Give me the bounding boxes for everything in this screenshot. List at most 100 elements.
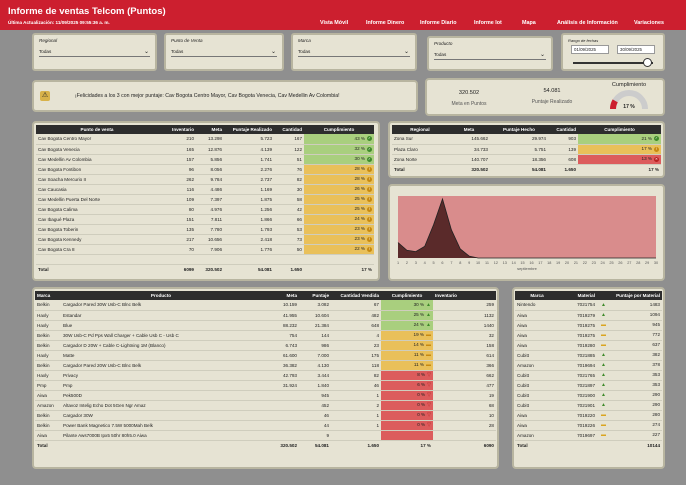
trend-icon: ▲ — [426, 301, 431, 308]
date-range-slicer[interactable]: Rango de fechas 01/09/2025 30/09/2025 — [561, 33, 665, 71]
table-row[interactable]: Belkin Cargador 30W 46 1 0 % ▽ 10 — [35, 410, 496, 421]
regional-dropdown[interactable]: Todas ⌄ — [39, 47, 150, 57]
nav-variaciones[interactable]: Variaciones — [634, 20, 664, 26]
table-row[interactable]: Belkin Power Bank Magnetico 7.5W 5000Mah … — [35, 420, 496, 431]
table-row[interactable]: Plaza Claro 34.733 5.751 139 17 %! — [392, 144, 661, 155]
table-row[interactable]: Belkin 30W Usb-C Pd Pps Wall Charger + Ca… — [35, 330, 496, 341]
nav-analisis[interactable]: Análisis de Información — [557, 20, 618, 26]
table-cell: 4.130 — [299, 360, 331, 371]
col-header[interactable]: Producto — [61, 291, 261, 300]
col-header[interactable]: Inventario — [433, 291, 496, 300]
table-row[interactable]: Cav Caucasia 116 4.486 1.169 30 26 %! — [36, 184, 374, 195]
table-row[interactable]: Cav Medellin Puerta Del Norte 109 7.397 1.8… — [36, 194, 374, 205]
table-row[interactable]: Cav Bogota Fontibon 96 8.056 2.276 76 28 %! — [36, 164, 374, 175]
table-row[interactable]: Cubitt 7021885 ▲ 382 — [515, 350, 662, 361]
table-row[interactable]: Amazon Altavoz Intelig Echo Dot 5Gen Ngr … — [35, 400, 496, 411]
nav-mapa[interactable]: Mapa — [522, 20, 536, 26]
x-tick-label: 18 — [547, 261, 551, 265]
table-cell: 144 — [299, 330, 331, 341]
table-row[interactable]: Aiwa 7019275 ▬ 772 — [515, 330, 662, 341]
col-header[interactable]: Marca — [515, 291, 559, 300]
punto-dropdown[interactable]: Todas ⌄ — [171, 47, 277, 57]
banner-message: ¡Felicidades a los 3 con mejor puntaje: … — [75, 93, 340, 99]
table-cell: 145.662 — [448, 134, 490, 145]
table-row[interactable]: Belkin Cargador Pared 20W Usb-C Blnc Belk… — [35, 360, 496, 371]
nav-informe-iot[interactable]: Informe Iot — [474, 20, 502, 26]
col-header[interactable]: Puntaje por Material — [597, 291, 662, 300]
nav-informe-diario[interactable]: Informe Diario — [420, 20, 457, 26]
col-header[interactable]: Puntaje Hecho — [490, 125, 548, 134]
table-row[interactable]: Cav Bogota Venecia 165 12.876 4.139 122 32 % ✓ — [36, 144, 374, 155]
col-header[interactable]: Puntaje — [299, 291, 331, 300]
table-row[interactable]: Haxly Privacy 42.793 3.444 82 8 % ▽ 662 — [35, 370, 496, 381]
table-cell: Haxly — [35, 320, 61, 331]
table-row[interactable]: Cav Medellin Av Colombia 157 5.856 1.741 51 3… — [36, 154, 374, 165]
col-header[interactable]: Meta — [261, 291, 299, 300]
col-header[interactable]: Cumplimiento — [304, 125, 374, 134]
table-row[interactable]: Cav Bogota Toberin 135 7.780 1.793 53 23 %! — [36, 224, 374, 235]
col-header[interactable]: Meta — [448, 125, 490, 134]
producto-dropdown[interactable]: Todas ⌄ — [434, 50, 546, 60]
col-header[interactable]: Cumplimiento — [578, 125, 661, 134]
marca-dropdown[interactable]: Todas ⌄ — [298, 47, 410, 57]
table-row[interactable]: Aiwa 7019280 ▬ 637 — [515, 340, 662, 351]
table-row[interactable]: Nintendo 7021754 ▲ 1483 — [515, 300, 662, 311]
col-header[interactable]: Regional — [392, 125, 448, 134]
table-row[interactable]: Cubitt 7021900 ▲ 290 — [515, 390, 662, 401]
table-cell: Cav Bogota Calima — [36, 204, 158, 215]
table-row[interactable]: Amazon 7019694 ▲ 378 — [515, 360, 662, 371]
table-row[interactable]: Aiwa Pek500D 945 1 0 % ▽ 19 — [35, 390, 496, 401]
nav-informe-dinero[interactable]: Informe Dinero — [366, 20, 404, 26]
table-row[interactable]: Cubitt 7021897 ▲ 353 — [515, 380, 662, 391]
col-header[interactable]: Punto de venta — [36, 125, 158, 134]
col-header[interactable]: Meta — [196, 125, 224, 134]
table-row[interactable]: Amazon 7019697 ▬ 227 — [515, 430, 662, 441]
table-row[interactable]: Aiwa 7019279 ▲ 1094 — [515, 310, 662, 321]
table-cell: Aiwa — [35, 390, 61, 401]
table-row[interactable]: Aiwa 7019226 ▬ 274 — [515, 420, 662, 431]
regional-slicer[interactable]: Regional Todas ⌄ — [32, 33, 157, 71]
x-tick-label: 27 — [627, 261, 631, 265]
date-slider-track[interactable] — [573, 62, 653, 64]
table-row[interactable]: Zona Sur 145.662 29.974 903 21 % ✓ — [392, 134, 661, 145]
date-to-input[interactable]: 30/09/2025 — [617, 45, 655, 54]
nav-vista-movil[interactable]: Vista Móvil — [320, 20, 348, 26]
table-row[interactable]: Cav Bogota Centro Mayor 210 13.298 5.723 167… — [36, 134, 374, 145]
table-row[interactable]: Haxly Matte 61.600 7.000 175 11 % ▬ 614 — [35, 350, 496, 361]
table-row[interactable]: Cubitt 7021901 ▲ 290 — [515, 400, 662, 411]
table-row[interactable]: Pmp Pmp 31.924 1.840 46 6 % ▽ 477 — [35, 380, 496, 391]
table-row[interactable]: Cav Bogota Kennedy 217 10.656 2.418 73 23 %! — [36, 234, 374, 245]
table-row — [36, 254, 374, 265]
date-from-input[interactable]: 01/09/2025 — [571, 45, 609, 54]
punto-slicer[interactable]: Punto de Venta Todas ⌄ — [164, 33, 284, 71]
col-header[interactable]: Material — [559, 291, 597, 300]
table-row[interactable]: Haxly Blue 88.232 21.384 648 24 % ▲ 1440 — [35, 320, 496, 331]
table-row[interactable]: Cubitt 7021765 ▲ 353 — [515, 370, 662, 381]
marca-slicer[interactable]: Marca Todas ⌄ — [291, 33, 417, 71]
table-row[interactable]: Aiwa Pilante Aws7000B Ipx5 50hr 80h5.0 Ai… — [35, 430, 496, 441]
col-header[interactable]: Cantidad Vendida — [331, 291, 381, 300]
col-header[interactable]: Cantidad — [274, 125, 304, 134]
table-row[interactable]: Belkin Cargador D 20W + Cable C-Lightning… — [35, 340, 496, 351]
table-row[interactable]: Aiwa 7019275 ▬ 945 — [515, 320, 662, 331]
table-cell: 945 — [299, 390, 331, 401]
col-header[interactable]: Marca — [35, 291, 61, 300]
table-row[interactable]: Aiwa 7019220 ▬ 280 — [515, 410, 662, 421]
col-header[interactable]: Cumplimiento — [381, 291, 433, 300]
table-row[interactable]: Belkin Cargador Pared 30W Usb-C Blnc Belk… — [35, 300, 496, 311]
table-row[interactable]: Cav Bogota Calima 80 4.976 1.256 42 25 %! — [36, 204, 374, 215]
date-slider-handle[interactable] — [643, 58, 652, 67]
table-cell: Cav Medellin Av Colombia — [36, 154, 158, 165]
table-row[interactable]: Cav Bogota Cra 8 70 7.906 1.776 50 22 %! — [36, 244, 374, 255]
total-cell: 320.502 — [196, 263, 224, 274]
table-row[interactable]: Haxly Estandar 41.955 10.604 482 25 % ▲ 1132 — [35, 310, 496, 321]
table-row[interactable]: Cav Soacha Mercurio II 262 9.784 2.737 82 28 … — [36, 174, 374, 185]
table-row[interactable]: Zona Norte 140.707 18.356 608 13 % ✕ — [392, 154, 661, 165]
producto-slicer[interactable]: Producto Todas ⌄ — [427, 36, 553, 71]
col-header[interactable]: Puntaje Realizado — [224, 125, 274, 134]
cumplimiento-value: 13 % — [641, 156, 652, 162]
col-header[interactable]: Inventario — [158, 125, 196, 134]
table-cell — [36, 254, 158, 265]
col-header[interactable]: Cantidad — [548, 125, 578, 134]
table-row[interactable]: Cav Ibagué Plaza 151 7.811 1.866 66 24 %! — [36, 214, 374, 225]
